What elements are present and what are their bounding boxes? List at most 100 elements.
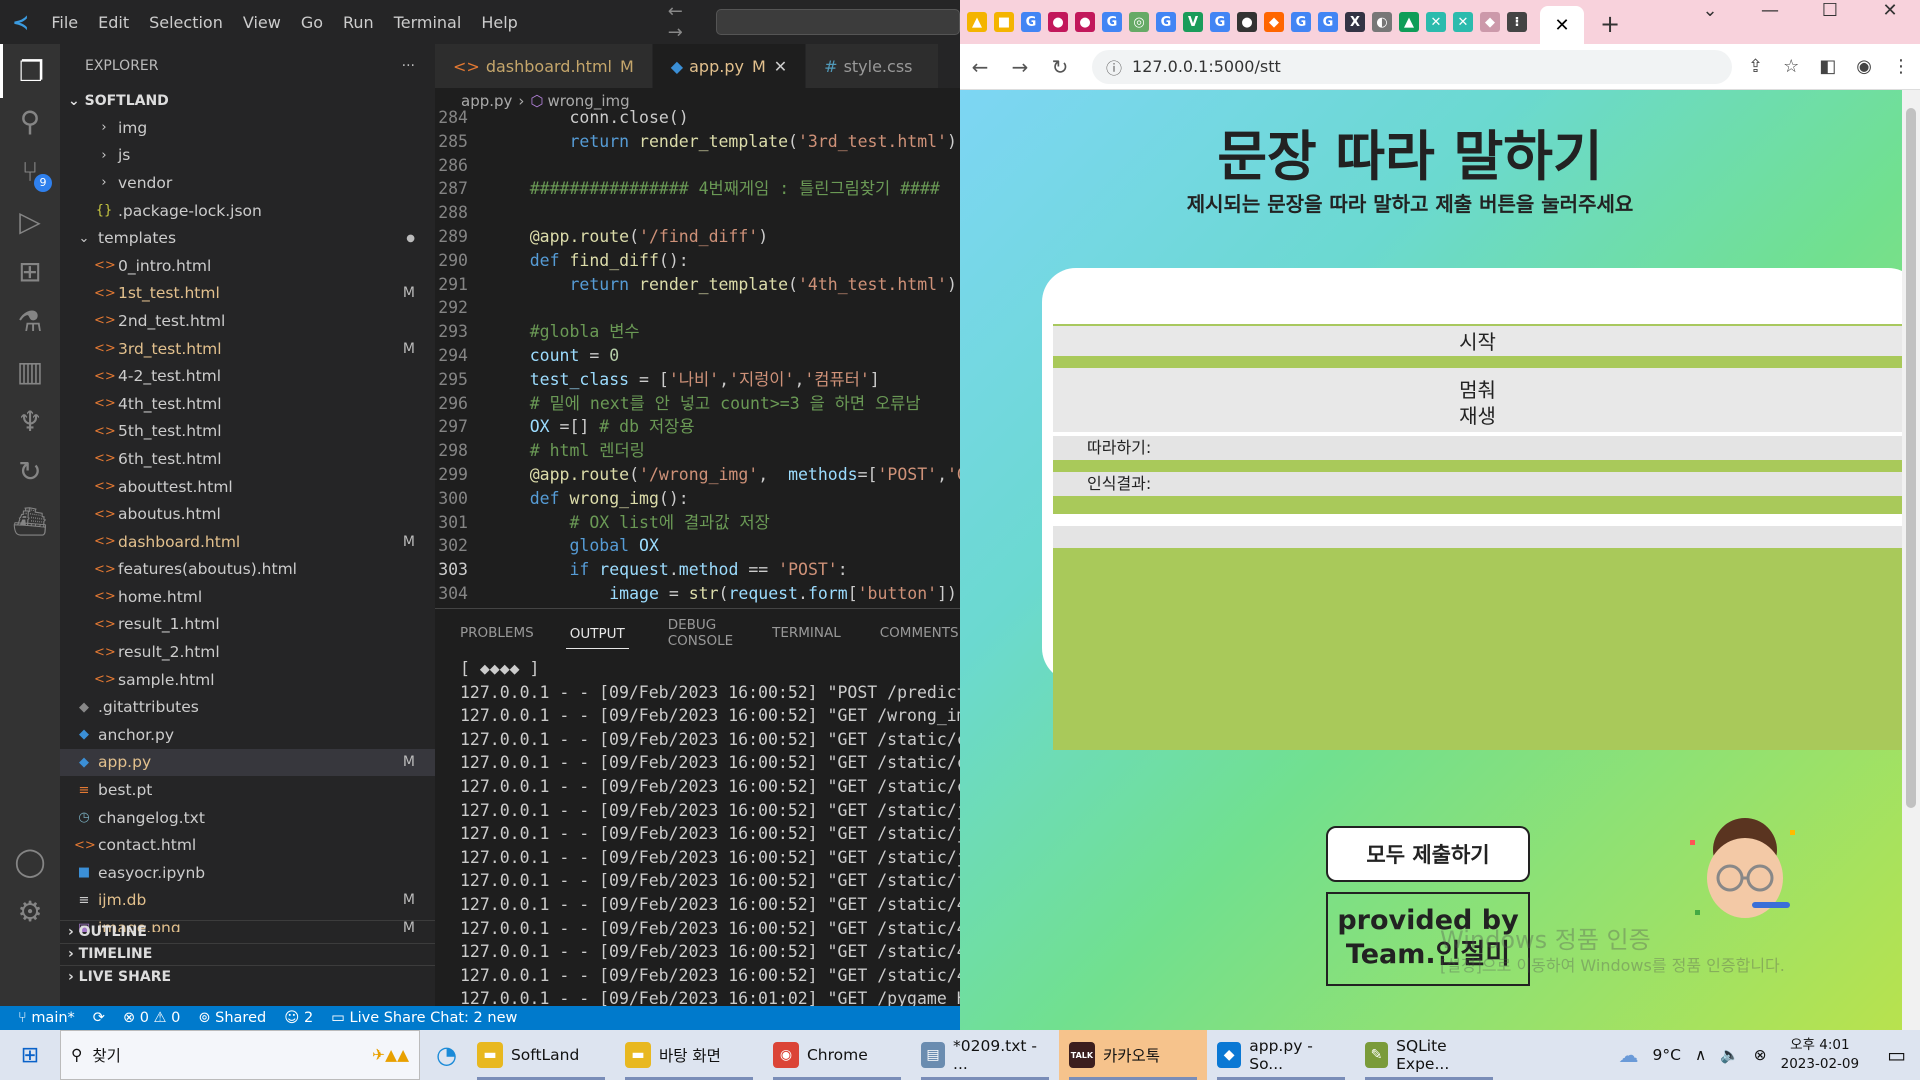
file-tree-item[interactable]: <> home.html	[60, 583, 435, 611]
tab-favicon-icon[interactable]: ◎	[1129, 12, 1149, 32]
section-timeline[interactable]: › TIMELINE	[60, 942, 435, 966]
menu-terminal[interactable]: Terminal	[384, 13, 472, 32]
file-tree-item[interactable]: <> aboutus.html	[60, 500, 435, 528]
start-button[interactable]: 시작	[1053, 324, 1902, 356]
tab-favicon-icon[interactable]: G	[1156, 12, 1176, 32]
panel-tab-output[interactable]: OUTPUT	[565, 618, 629, 649]
tab-favicon-icon[interactable]: ✕	[1426, 12, 1446, 32]
live-share-icon[interactable]: ↻	[0, 444, 60, 498]
menu-go[interactable]: Go	[291, 13, 333, 32]
taskbar-app[interactable]: ◉ Chrome	[763, 1030, 911, 1080]
search-icon[interactable]: ⚲	[0, 94, 60, 148]
minimize-icon[interactable]: —	[1740, 0, 1800, 30]
scrollbar-thumb[interactable]	[1906, 108, 1916, 808]
taskbar-app[interactable]: ▤ *0209.txt - ...	[911, 1030, 1059, 1080]
weather-temp[interactable]: 9°C	[1653, 1046, 1681, 1064]
file-tree-item[interactable]: ≡ ijm.db M	[60, 887, 435, 915]
file-tree-item[interactable]: ≡ best.pt	[60, 776, 435, 804]
tab-favicon-icon[interactable]: ✕	[1453, 12, 1473, 32]
file-tree-item[interactable]: <> 0_intro.html	[60, 252, 435, 280]
panel-tab-terminal[interactable]: TERMINAL	[747, 625, 855, 641]
file-tree-item[interactable]: <> sample.html	[60, 666, 435, 694]
back-icon[interactable]: ←	[960, 55, 1000, 79]
tab-favicon-icon[interactable]: ●	[1048, 12, 1068, 32]
tab-favicon-icon[interactable]: ■	[994, 12, 1014, 32]
workspace-header[interactable]: ⌄ SOFTLAND	[60, 88, 435, 114]
file-tree-item[interactable]: › img	[60, 114, 435, 142]
tab-favicon-icon[interactable]: ◆	[1264, 12, 1284, 32]
code-editor[interactable]: 284 conn.close() 285 return render_templa…	[435, 106, 960, 608]
tab-search-icon[interactable]: ⌄	[1680, 0, 1740, 30]
file-tree-item[interactable]: <> 4-2_test.html	[60, 362, 435, 390]
tab-favicon-icon[interactable]: ◐	[1372, 12, 1392, 32]
menu-file[interactable]: File	[41, 13, 88, 32]
network-icon[interactable]: ⊗	[1754, 1046, 1767, 1064]
tray-chevron-icon[interactable]: ∧	[1695, 1046, 1706, 1064]
tab-favicon-icon[interactable]: ⁝	[1507, 12, 1527, 32]
file-tree-item[interactable]: ◆ anchor.py	[60, 721, 435, 749]
panel-tab-debug-console[interactable]: DEBUG CONSOLE	[643, 617, 747, 649]
chrome-menu-icon[interactable]: ⋮	[1892, 56, 1910, 77]
close-tab-icon[interactable]: ✕	[774, 57, 787, 76]
more-actions-icon[interactable]: ···	[402, 58, 415, 74]
active-tab[interactable]: ✕	[1540, 6, 1584, 44]
side-panel-icon[interactable]: ◧	[1819, 56, 1836, 77]
run-debug-icon[interactable]: ▷	[0, 194, 60, 248]
play-button[interactable]: 재생	[1053, 402, 1902, 432]
tab-favicon-icon[interactable]: G	[1102, 12, 1122, 32]
account-icon[interactable]: ◯	[0, 834, 60, 888]
notebook-icon[interactable]: ▥	[0, 344, 60, 398]
file-tree-item[interactable]: › js	[60, 142, 435, 170]
file-tree-item[interactable]: <> 6th_test.html	[60, 445, 435, 473]
file-tree-item[interactable]: ◆ app.py M	[60, 748, 435, 777]
file-tree-item[interactable]: {} .package-lock.json	[60, 197, 435, 225]
taskbar-app[interactable]: ✎ SQLite Expe...	[1355, 1030, 1503, 1080]
file-tree-item[interactable]: <> 3rd_test.html M	[60, 335, 435, 363]
file-tree-item[interactable]: <> abouttest.html	[60, 473, 435, 501]
participants-indicator[interactable]: ☺ 2	[284, 1010, 313, 1026]
tab-favicon-icon[interactable]: G	[1210, 12, 1230, 32]
tab-favicon-icon[interactable]: G	[1291, 12, 1311, 32]
taskbar-app[interactable]: TALK 카카오톡	[1058, 1030, 1207, 1080]
testing-icon[interactable]: ⚗	[0, 294, 60, 348]
bookmark-star-icon[interactable]: ☆	[1783, 56, 1799, 77]
share-icon[interactable]: ⇪	[1748, 56, 1763, 77]
file-tree-item[interactable]: <> result_2.html	[60, 638, 435, 666]
problems-indicator[interactable]: ⊗ 0 ⚠ 0	[123, 1010, 180, 1026]
stop-button[interactable]: 멈춰	[1053, 368, 1902, 402]
file-tree-item[interactable]: <> dashboard.html M	[60, 528, 435, 556]
explorer-icon[interactable]: ❐	[0, 44, 60, 98]
tab-favicon-icon[interactable]: ●	[1237, 12, 1257, 32]
menu-help[interactable]: Help	[471, 13, 527, 32]
tab-favicon-icon[interactable]: V	[1183, 12, 1203, 32]
menu-run[interactable]: Run	[333, 13, 384, 32]
python-icon[interactable]: ♆	[0, 394, 60, 448]
file-tree-item[interactable]: <> 4th_test.html	[60, 390, 435, 418]
file-tree-item[interactable]: <> result_1.html	[60, 611, 435, 639]
editor-tab[interactable]: # style.css	[806, 44, 940, 88]
maximize-icon[interactable]: ☐	[1800, 0, 1860, 30]
forward-icon[interactable]: →	[1000, 55, 1040, 79]
tab-favicon-icon[interactable]: ▲	[1399, 12, 1419, 32]
sync-icon[interactable]: ⟳	[93, 1010, 105, 1026]
file-tree-item[interactable]: <> 1st_test.html M	[60, 280, 435, 308]
close-tab-icon[interactable]: ✕	[1554, 15, 1569, 36]
editor-tab[interactable]: <> dashboard.html M	[435, 44, 653, 88]
taskbar-app[interactable]: ▬ SoftLand	[467, 1030, 615, 1080]
shared-indicator[interactable]: ⊚ Shared	[198, 1010, 266, 1026]
panel-tab-problems[interactable]: PROBLEMS	[435, 625, 548, 641]
tab-favicon-icon[interactable]: X	[1345, 12, 1365, 32]
command-center[interactable]	[715, 9, 960, 35]
file-tree-item[interactable]: ⌄ templates ●	[60, 224, 435, 252]
edge-icon[interactable]: ◔	[426, 1030, 467, 1080]
branch-indicator[interactable]: ⑂ main*	[18, 1010, 75, 1026]
start-windows-icon[interactable]: ⊞	[0, 1030, 60, 1080]
taskbar-app[interactable]: ◆ app.py - So...	[1207, 1030, 1355, 1080]
section-outline[interactable]: › OUTLINE	[60, 920, 435, 943]
address-bar[interactable]: ⓘ 127.0.0.1:5000/stt	[1092, 49, 1732, 84]
weather-icon[interactable]: ☁	[1619, 1043, 1639, 1067]
docker-icon[interactable]: ⛴	[0, 494, 60, 548]
profile-avatar[interactable]: ◉	[1856, 56, 1872, 77]
submit-all-button[interactable]: 모두 제출하기	[1326, 826, 1530, 882]
tab-favicon-icon[interactable]: ◆	[1480, 12, 1500, 32]
